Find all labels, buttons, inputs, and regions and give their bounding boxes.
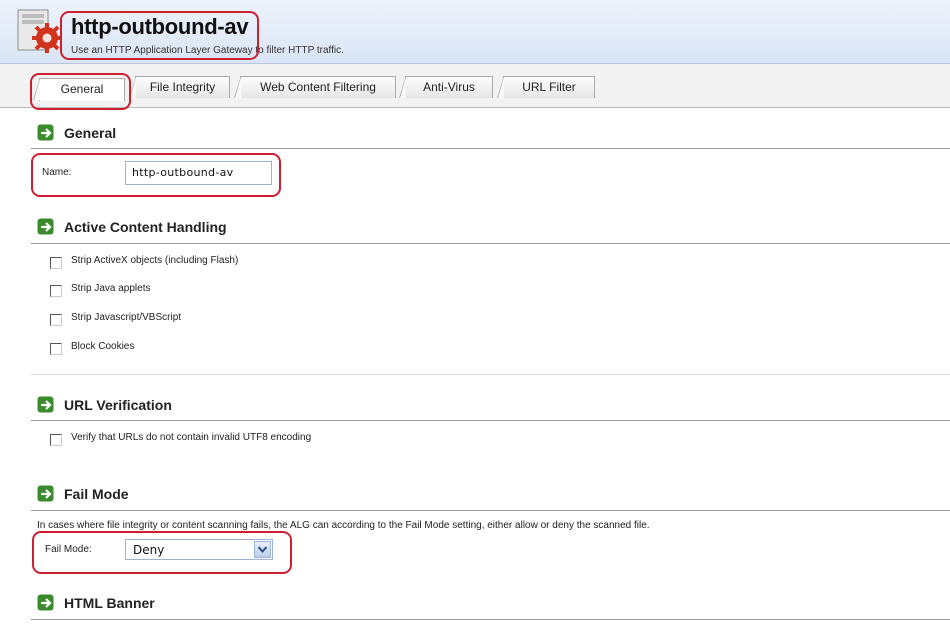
alg-gear-icon xyxy=(17,9,62,53)
option-label: Strip Javascript/VBScript xyxy=(71,312,182,323)
checkbox[interactable] xyxy=(50,434,62,446)
section-arrow-icon xyxy=(37,396,54,413)
section-arrow-icon xyxy=(37,594,54,611)
tab-general[interactable]: General xyxy=(33,78,125,101)
divider xyxy=(31,374,950,375)
checkbox[interactable] xyxy=(50,343,62,355)
section-general-title: General xyxy=(64,125,117,141)
tab-url-filter-label: URL Filter xyxy=(522,80,576,94)
tab-web-content-filtering[interactable]: Web Content Filtering xyxy=(234,76,396,98)
tab-url-filter[interactable]: URL Filter xyxy=(497,76,595,98)
section-arrow-icon xyxy=(37,218,54,235)
tab-file-integrity[interactable]: File Integrity xyxy=(129,76,230,98)
fail-mode-select[interactable]: Deny xyxy=(125,539,273,560)
name-label: Name: xyxy=(42,167,72,178)
option-label: Block Cookies xyxy=(71,341,135,352)
name-field[interactable]: http-outbound-av xyxy=(125,161,272,185)
page-title: http-outbound-av xyxy=(71,14,249,39)
option-label: Strip ActiveX objects (including Flash) xyxy=(71,255,239,266)
section-url-verification-title: URL Verification xyxy=(64,397,172,413)
option-label: Strip Java applets xyxy=(71,283,151,294)
section-active-content-title: Active Content Handling xyxy=(64,219,227,235)
fail-mode-value: Deny xyxy=(133,543,165,557)
divider xyxy=(31,243,950,244)
tab-file-integrity-label: File Integrity xyxy=(149,80,216,94)
section-arrow-icon xyxy=(37,485,54,502)
checkbox[interactable] xyxy=(50,314,62,326)
checkbox[interactable] xyxy=(50,285,62,297)
page-subtitle: Use an HTTP Application Layer Gateway to… xyxy=(71,45,344,56)
divider xyxy=(31,619,950,620)
option-label: Verify that URLs do not contain invalid … xyxy=(71,432,312,443)
section-fail-mode-title: Fail Mode xyxy=(64,486,129,502)
divider xyxy=(31,510,950,511)
fail-mode-description: In cases where file integrity or content… xyxy=(37,520,650,531)
tab-bar: General File Integrity Web Content Filte… xyxy=(0,64,950,108)
tab-web-content-filtering-label: Web Content Filtering xyxy=(260,80,376,94)
tab-general-label: General xyxy=(60,82,104,96)
fail-mode-label: Fail Mode: xyxy=(45,544,92,555)
tab-anti-virus-label: Anti-Virus xyxy=(423,80,475,94)
page-header: http-outbound-av Use an HTTP Application… xyxy=(0,0,950,64)
section-html-banner-title: HTML Banner xyxy=(64,595,155,611)
divider xyxy=(31,148,950,149)
checkbox[interactable] xyxy=(50,257,62,269)
chevron-down-icon[interactable] xyxy=(254,541,271,558)
section-arrow-icon xyxy=(37,124,54,141)
tab-anti-virus[interactable]: Anti-Virus xyxy=(399,76,493,98)
divider xyxy=(31,420,950,421)
